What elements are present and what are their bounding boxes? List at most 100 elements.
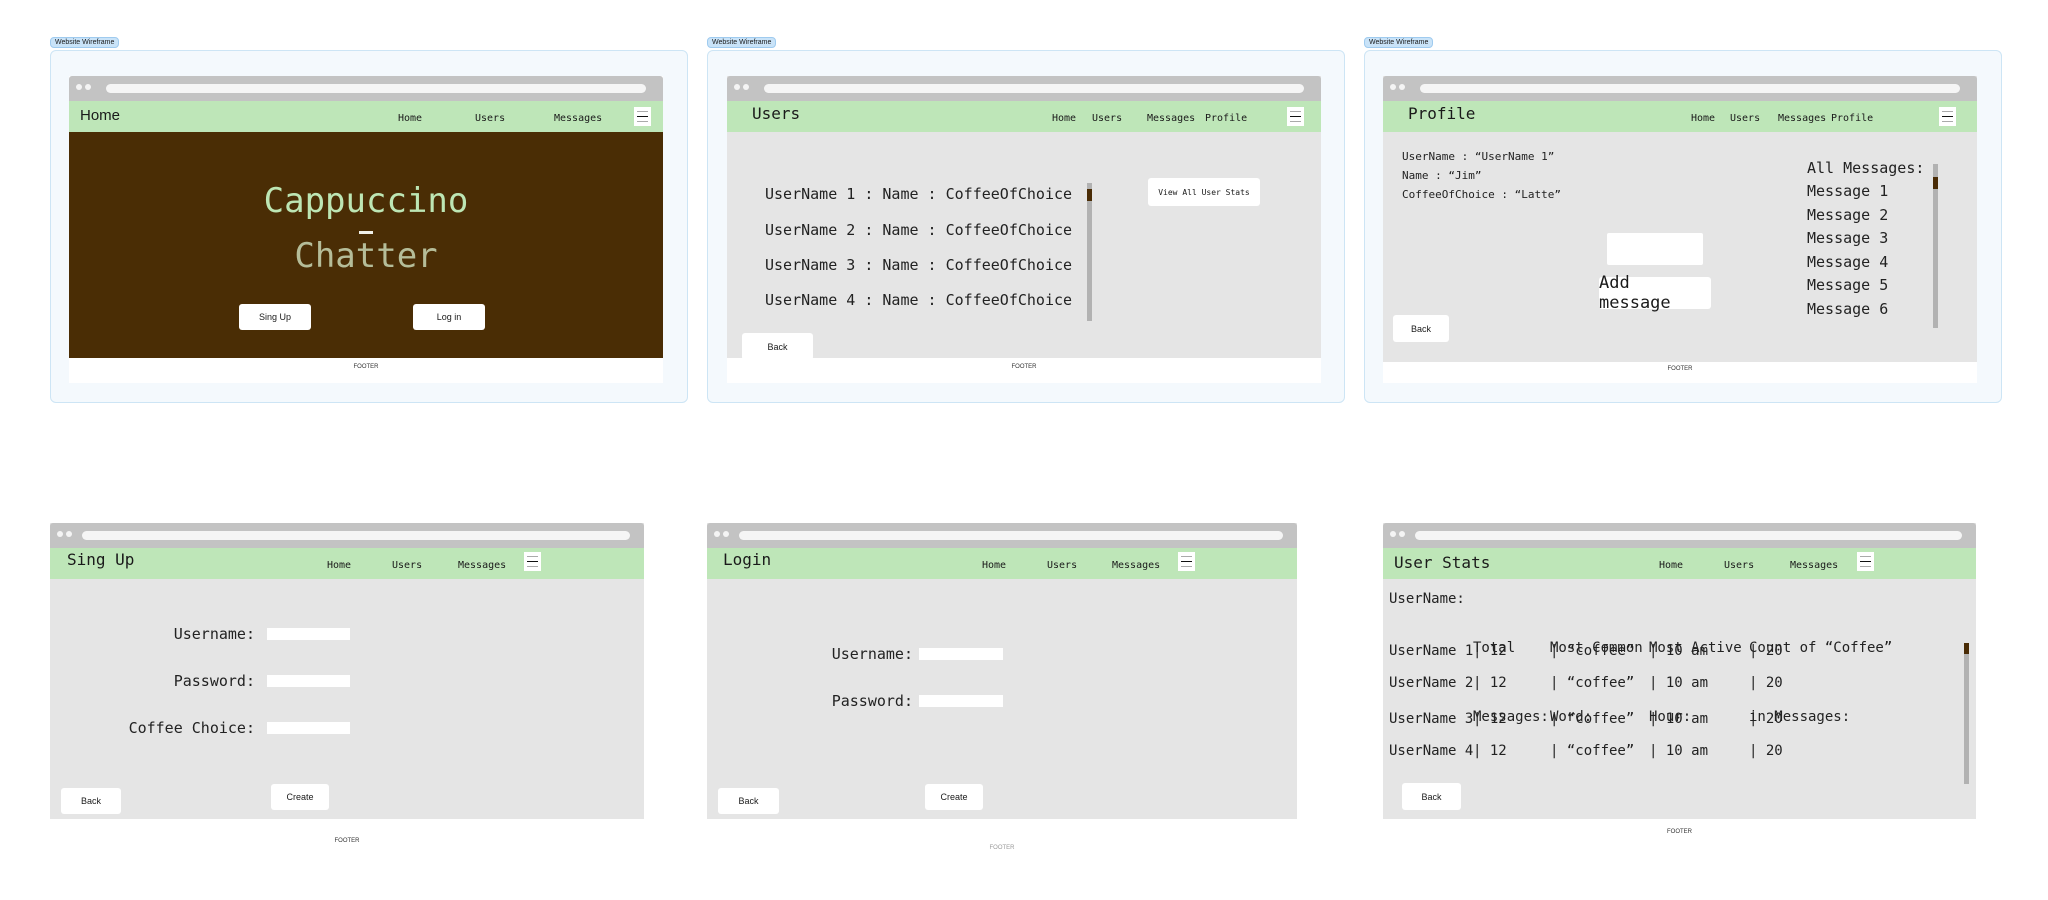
- nav-link-home[interactable]: Home: [327, 560, 351, 571]
- nav-link-messages[interactable]: Messages: [458, 560, 506, 571]
- stats-scrollbar[interactable]: [1964, 643, 1969, 784]
- message-input[interactable]: [1607, 233, 1703, 265]
- nav-link-users[interactable]: Users: [1092, 113, 1122, 124]
- stats-cell-word: | “coffee”: [1550, 711, 1635, 727]
- nav-link-messages[interactable]: Messages: [554, 113, 602, 124]
- nav-link-home[interactable]: Home: [1052, 113, 1076, 124]
- user-row[interactable]: UserName 3 : Name : CoffeeOfChoice: [765, 256, 1072, 274]
- nav-link-home[interactable]: Home: [1691, 113, 1715, 124]
- window-dot-icon: [57, 531, 63, 537]
- login-submit-button[interactable]: Create: [925, 784, 983, 810]
- profile-field-coffee: CoffeeOfChoice : “Latte”: [1402, 188, 1561, 201]
- message-item[interactable]: Message 6: [1807, 300, 1888, 318]
- message-item[interactable]: Message 1: [1807, 182, 1888, 200]
- add-message-button[interactable]: Add message: [1599, 273, 1711, 313]
- nav-link-messages[interactable]: Messages: [1112, 560, 1160, 571]
- page-title: Login: [723, 550, 772, 569]
- signup-window: Sing Up Home Users Messages Username: Pa…: [50, 523, 644, 819]
- username-input[interactable]: [919, 648, 1003, 660]
- window-dot-icon: [1390, 84, 1396, 90]
- hamburger-menu-icon[interactable]: [524, 552, 541, 571]
- stats-cell-total: | 12: [1473, 711, 1507, 727]
- messages-heading: All Messages:: [1807, 159, 1925, 177]
- scrollbar-thumb[interactable]: [1087, 189, 1092, 201]
- view-all-user-stats-button[interactable]: View All User Stats: [1148, 178, 1260, 206]
- back-button[interactable]: Back: [1393, 315, 1449, 342]
- stats-cell-word: | “coffee”: [1550, 643, 1635, 659]
- back-button[interactable]: Back: [1402, 783, 1461, 810]
- password-input[interactable]: [919, 695, 1003, 707]
- back-button[interactable]: Back: [742, 333, 813, 360]
- message-item[interactable]: Message 2: [1807, 206, 1888, 224]
- window-dot-icon: [66, 531, 72, 537]
- window-dot-icon: [723, 531, 729, 537]
- message-item[interactable]: Message 4: [1807, 253, 1888, 271]
- browser-chrome: [707, 523, 1297, 548]
- stats-cell-word: | “coffee”: [1550, 675, 1635, 691]
- nav-link-messages[interactable]: Messages: [1147, 113, 1195, 124]
- username-label: Username:: [173, 625, 255, 643]
- scrollbar-thumb[interactable]: [1933, 177, 1938, 189]
- messages-scrollbar[interactable]: [1933, 164, 1938, 328]
- browser-chrome: [50, 523, 644, 548]
- username-input[interactable]: [267, 628, 350, 640]
- nav-link-users[interactable]: Users: [1047, 560, 1077, 571]
- nav-link-messages[interactable]: Messages: [1778, 113, 1826, 124]
- window-dot-icon: [1390, 531, 1396, 537]
- back-button[interactable]: Back: [61, 788, 121, 814]
- address-bar[interactable]: [739, 531, 1283, 540]
- user-row[interactable]: UserName 2 : Name : CoffeeOfChoice: [765, 221, 1072, 239]
- users-scrollbar[interactable]: [1087, 183, 1092, 321]
- nav-link-users[interactable]: Users: [392, 560, 422, 571]
- create-button[interactable]: Create: [271, 784, 329, 810]
- nav-link-home[interactable]: Home: [982, 560, 1006, 571]
- window-dot-icon: [76, 84, 82, 90]
- address-bar[interactable]: [1420, 84, 1960, 93]
- user-row[interactable]: UserName 1 : Name : CoffeeOfChoice: [765, 185, 1072, 203]
- scrollbar-thumb[interactable]: [1964, 643, 1969, 654]
- login-button[interactable]: Log in: [413, 304, 485, 330]
- hamburger-menu-icon[interactable]: [634, 107, 651, 126]
- message-item[interactable]: Message 3: [1807, 229, 1888, 247]
- nav-bar: Sing Up Home Users Messages: [50, 548, 644, 579]
- back-button[interactable]: Back: [718, 788, 779, 814]
- coffee-choice-input[interactable]: [267, 722, 350, 734]
- nav-link-users[interactable]: Users: [475, 113, 505, 124]
- address-bar[interactable]: [1415, 531, 1962, 540]
- stats-cell-hour: | 10 am: [1649, 743, 1709, 759]
- users-window: Users Home Users Messages Profile UserNa…: [727, 76, 1321, 383]
- nav-link-home[interactable]: Home: [1659, 560, 1683, 571]
- nav-link-home[interactable]: Home: [398, 113, 422, 124]
- stats-row: UserName 4 | 12 | “coffee” | 10 am | 20: [1383, 743, 1943, 763]
- stats-cell-username: UserName 3: [1389, 711, 1474, 727]
- nav-bar: Login Home Users Messages: [707, 548, 1297, 579]
- nav-link-messages[interactable]: Messages: [1790, 560, 1838, 571]
- frame-tag-users: Website Wireframe: [707, 37, 777, 48]
- user-row[interactable]: UserName 4 : Name : CoffeeOfChoice: [765, 291, 1072, 309]
- nav-link-users[interactable]: Users: [1724, 560, 1754, 571]
- address-bar[interactable]: [82, 531, 630, 540]
- hamburger-menu-icon[interactable]: [1939, 107, 1956, 126]
- footer: FOOTER: [1011, 364, 1037, 370]
- message-item[interactable]: Message 5: [1807, 276, 1888, 294]
- footer: FOOTER: [353, 364, 379, 370]
- hamburger-menu-icon[interactable]: [1857, 552, 1874, 571]
- password-label: Password:: [173, 672, 255, 690]
- address-bar[interactable]: [106, 84, 646, 93]
- hamburger-menu-icon[interactable]: [1287, 107, 1304, 126]
- nav-link-users[interactable]: Users: [1730, 113, 1760, 124]
- footer: FOOTER: [1667, 366, 1693, 372]
- nav-link-profile[interactable]: Profile: [1831, 113, 1873, 124]
- browser-chrome: [69, 76, 663, 101]
- footer: FOOTER: [334, 838, 360, 844]
- nav-bar: Profile Home Users Messages Profile: [1383, 101, 1977, 132]
- stats-row: UserName 3 | 12 | “coffee” | 10 am | 20: [1383, 711, 1943, 731]
- hamburger-menu-icon[interactable]: [1178, 552, 1195, 571]
- address-bar[interactable]: [764, 84, 1304, 93]
- password-input[interactable]: [267, 675, 350, 687]
- footer: FOOTER: [989, 845, 1015, 851]
- hero-title-dash: [359, 231, 373, 234]
- page-title: User Stats: [1394, 553, 1491, 572]
- nav-link-profile[interactable]: Profile: [1205, 113, 1247, 124]
- signup-button[interactable]: Sing Up: [239, 304, 311, 330]
